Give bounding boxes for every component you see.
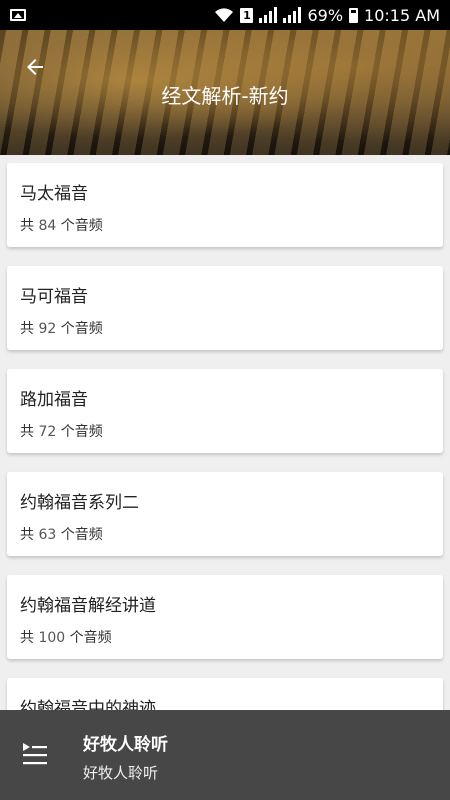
back-button[interactable] <box>18 50 52 84</box>
count-suffix: 个音频 <box>60 321 103 337</box>
list-item-count: 共 63 个音频 <box>20 524 103 544</box>
count-value: 100 <box>38 630 66 646</box>
count-value: 84 <box>38 218 57 234</box>
wifi-icon <box>215 8 234 22</box>
arrow-left-icon <box>27 59 43 75</box>
count-value: 92 <box>38 321 57 337</box>
mini-player[interactable]: 好牧人聆听 好牧人聆听 <box>0 710 450 800</box>
list-item-count: 共 72 个音频 <box>20 421 103 441</box>
list-item-title: 路加福音 <box>20 390 88 410</box>
header-banner: 经文解析-新约 <box>0 30 450 155</box>
album-list: 马太福音 共 84 个音频 马可福音 共 92 个音频 路加福音 共 72 个音… <box>0 155 450 710</box>
count-suffix: 个音频 <box>60 424 103 440</box>
battery-percent: 69% <box>307 5 344 25</box>
count-value: 72 <box>38 424 57 440</box>
player-subtitle: 好牧人聆听 <box>83 764 159 782</box>
list-item[interactable]: 约翰福音解经讲道 共 100 个音频 <box>7 575 443 659</box>
page-title: 经文解析-新约 <box>161 84 289 108</box>
player-title: 好牧人聆听 <box>83 735 168 755</box>
count-suffix: 个音频 <box>60 218 103 234</box>
list-item-title: 约翰福音解经讲道 <box>20 596 156 616</box>
list-item[interactable]: 约翰福音中的神迹 <box>7 678 443 710</box>
playlist-play-icon <box>23 743 47 765</box>
list-item-title: 马可福音 <box>20 287 88 307</box>
image-notification-icon <box>10 9 26 21</box>
list-item[interactable]: 约翰福音系列二 共 63 个音频 <box>7 472 443 556</box>
battery-icon <box>349 7 359 23</box>
list-item[interactable]: 马可福音 共 92 个音频 <box>7 266 443 350</box>
count-prefix: 共 <box>20 424 34 440</box>
count-prefix: 共 <box>20 630 34 646</box>
list-item[interactable]: 路加福音 共 72 个音频 <box>7 369 443 453</box>
count-prefix: 共 <box>20 527 34 543</box>
count-prefix: 共 <box>20 321 34 337</box>
status-bar: 1 69% 10:15 AM <box>0 0 450 30</box>
list-item-title: 马太福音 <box>20 184 88 204</box>
playlist-button[interactable] <box>20 740 50 770</box>
count-prefix: 共 <box>20 218 34 234</box>
clock: 10:15 AM <box>364 5 440 25</box>
count-value: 63 <box>38 527 57 543</box>
sim-badge: 1 <box>240 7 254 23</box>
list-item-count: 共 100 个音频 <box>20 627 112 647</box>
list-item-count: 共 92 个音频 <box>20 318 103 338</box>
signal-icon <box>259 7 278 23</box>
count-suffix: 个音频 <box>60 527 103 543</box>
list-item[interactable]: 马太福音 共 84 个音频 <box>7 163 443 247</box>
list-item-title: 约翰福音系列二 <box>20 493 139 513</box>
list-item-count: 共 84 个音频 <box>20 215 103 235</box>
list-item-title: 约翰福音中的神迹 <box>20 699 156 710</box>
signal-roaming-icon <box>283 7 302 23</box>
count-suffix: 个音频 <box>69 630 112 646</box>
